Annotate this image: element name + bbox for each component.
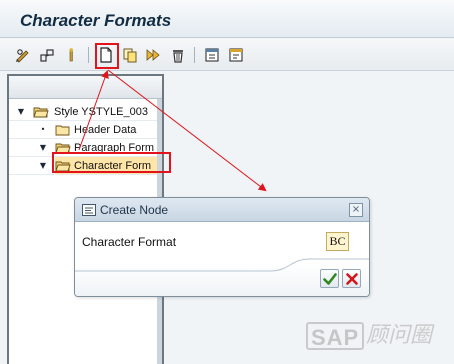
folder-open-icon: [55, 143, 71, 154]
watermark-tagline: 顾问圈: [366, 323, 433, 348]
tree-node-label: Header Data: [74, 124, 137, 136]
pencil-glasses-icon: [16, 49, 29, 63]
copy-button[interactable]: [121, 46, 139, 64]
title-bar: Character Formats: [0, 0, 454, 38]
trash-icon: [173, 50, 183, 63]
new-document-icon: [100, 47, 112, 63]
delete-button[interactable]: [169, 46, 187, 64]
tree-node-label: Paragraph Form: [74, 142, 155, 154]
tree-node-character-formats[interactable]: ▼ Character Form: [9, 157, 157, 175]
wand-icon: [40, 49, 54, 62]
cancel-icon: [345, 272, 358, 285]
tree-header: [9, 76, 162, 99]
display-change-button[interactable]: [14, 46, 32, 64]
character-format-label: Character Format: [82, 235, 177, 249]
create-button[interactable]: [97, 46, 115, 64]
toolbar-separator: [88, 47, 89, 63]
watermark-sap-text: SAP: [311, 325, 360, 350]
folder-open-icon: [33, 107, 49, 118]
window-icon: [205, 48, 219, 62]
folder-open-icon: [55, 161, 71, 172]
expand-icon[interactable]: ▼: [38, 139, 48, 156]
dialog-window-icon: [82, 204, 96, 216]
dialog-title-bar[interactable]: Create Node ×: [75, 198, 369, 222]
close-icon[interactable]: ×: [349, 203, 363, 217]
cancel-button[interactable]: [342, 269, 361, 288]
form-icon: [229, 48, 243, 62]
copy-icon: [123, 48, 137, 63]
activate-button[interactable]: [38, 46, 56, 64]
leaf-bullet-icon: •: [40, 125, 46, 134]
expand-icon[interactable]: ▼: [38, 157, 48, 174]
toolbar-separator: [194, 47, 195, 63]
wand-button[interactable]: [62, 46, 80, 64]
tree-node-paragraph-formats[interactable]: ▼ Paragraph Form: [9, 139, 157, 157]
character-format-input[interactable]: BC: [326, 232, 349, 251]
application-toolbar: [0, 39, 454, 71]
tree-node-style[interactable]: ▼ Style YSTYLE_003: [9, 103, 157, 121]
window-button[interactable]: [203, 46, 221, 64]
double-arrow-icon: [146, 49, 160, 61]
expand-icon[interactable]: ▼: [16, 103, 26, 120]
folder-icon: [55, 125, 70, 136]
tree-node-label: Style YSTYLE_003: [54, 106, 148, 118]
page-title: Character Formats: [20, 11, 172, 30]
form-button[interactable]: [227, 46, 245, 64]
watermark-logo: SAP 顾问圈: [306, 320, 446, 352]
confirm-button[interactable]: [320, 269, 339, 288]
tree-node-label: Character Form: [74, 160, 152, 172]
check-icon: [322, 272, 337, 285]
move-button[interactable]: [145, 46, 163, 64]
magic-wand-icon: [69, 48, 73, 62]
watermark-box: SAP: [306, 322, 364, 350]
dialog-body: Character Format BC: [75, 222, 369, 296]
tree-node-header-data[interactable]: • Header Data: [9, 121, 157, 139]
create-node-dialog: Create Node × Character Format BC: [74, 197, 370, 297]
dialog-title: Create Node: [100, 203, 169, 217]
